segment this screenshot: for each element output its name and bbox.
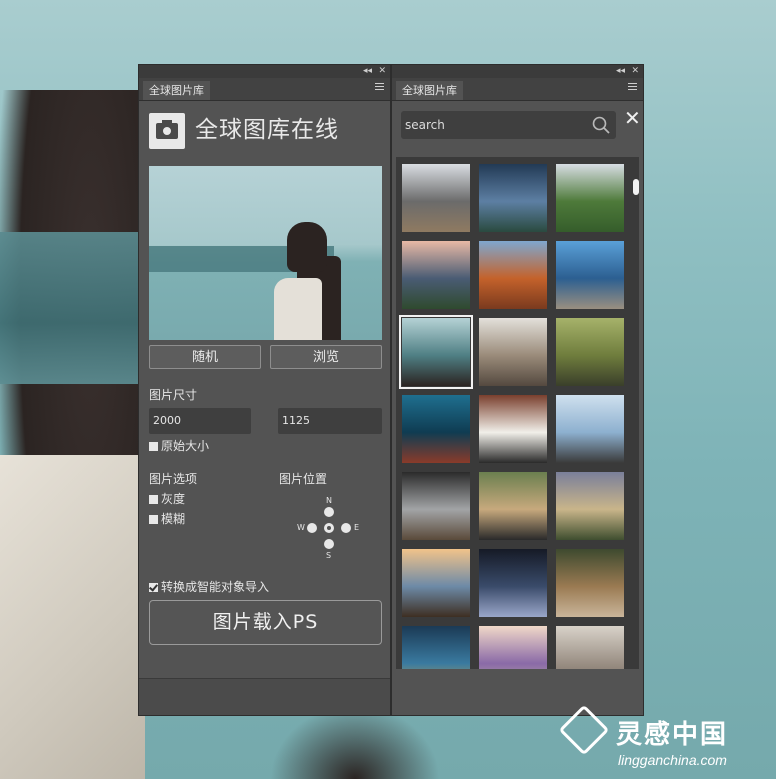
thumbnail-beach-walk[interactable] [479,626,547,669]
thumbnail-deer-in-forest[interactable] [556,549,624,617]
position-top-dot[interactable] [324,507,334,517]
thumbnail-green-cliffs[interactable] [556,164,624,232]
position-right-dot[interactable] [341,523,351,533]
panel-menu-icon[interactable] [375,83,384,92]
compass-north: N [326,496,332,505]
random-button[interactable]: 随机 [149,345,261,369]
tabbar: 全球图片库 [139,78,390,101]
thumbnail-blindfold-woman[interactable] [399,315,473,389]
thumbnail-grid [396,157,636,669]
app-title: 全球图库在线 [195,117,339,143]
search-input[interactable]: search [401,111,616,139]
tab-global-library[interactable]: 全球图片库 [143,81,210,100]
position-bottom-dot[interactable] [324,539,334,549]
left-panel: ◂◂ ✕ 全球图片库 全球图库在线 随机 浏览 图片尺寸 2000 1125 原… [138,64,391,716]
position-pad[interactable]: N W E S [297,497,363,563]
close-search-icon[interactable]: ✕ [624,108,641,128]
position-label: 图片位置 [279,472,328,486]
checkbox-box[interactable] [149,495,158,504]
thumbnail-mountain-lake-dusk[interactable] [402,241,470,309]
compass-west: W [297,523,305,532]
panel-header: 全球图库在线 [149,113,384,149]
thumbnail-stormy-sky-landscape[interactable] [479,164,547,232]
watermark-subtitle: lingganchina.com [618,752,727,768]
height-field[interactable]: 1125 [278,408,382,434]
scrollbar-thumb[interactable] [633,179,639,195]
blur-checkbox[interactable]: 模糊 [149,512,185,526]
thumbnail-canoe-lake[interactable] [402,395,470,463]
background-hair-bottom [270,705,440,779]
blur-label: 模糊 [161,512,186,526]
checkbox-box-checked[interactable] [149,583,158,592]
thumbnail-hillside-sunset[interactable] [556,472,624,540]
browse-button[interactable]: 浏览 [270,345,382,369]
panel-menu-icon[interactable] [628,83,637,92]
search-icon[interactable] [592,116,610,134]
watermark-logo-icon [558,704,610,756]
original-size-checkbox[interactable]: 原始大小 [149,439,209,453]
close-icon[interactable]: ✕ [378,65,386,78]
thumbnail-misty-shore[interactable] [556,626,624,669]
smart-object-label: 转换成智能对象导入 [161,580,270,594]
watermark: 灵感中国 lingganchina.com [558,704,770,774]
compass-east: E [354,523,360,532]
search-placeholder: search [405,118,445,132]
right-panel: ◂◂ ✕ 全球图片库 search ✕ [391,64,644,716]
position-center-dot[interactable] [324,523,334,533]
grayscale-checkbox[interactable]: 灰度 [149,492,185,506]
grayscale-label: 灰度 [161,492,186,506]
scrollbar[interactable] [633,157,639,669]
thumbnail-bridge-walk[interactable] [479,472,547,540]
position-left-dot[interactable] [307,523,317,533]
size-label: 图片尺寸 [149,388,198,402]
thumbnail-beach-portrait[interactable] [402,549,470,617]
collapse-icon[interactable]: ◂◂ [616,65,625,78]
tab-global-library[interactable]: 全球图片库 [396,81,463,100]
thumbnail-man-by-sea[interactable] [556,395,624,463]
collapse-icon[interactable]: ◂◂ [363,65,372,78]
panel-topbar: ◂◂ ✕ [139,65,390,78]
close-icon[interactable]: ✕ [631,65,639,78]
background-coat [0,455,145,779]
width-field[interactable]: 2000 [149,408,251,434]
panel-footer [139,678,390,715]
thumbnail-orange-canyon[interactable] [479,241,547,309]
thumbnail-window-room[interactable] [402,472,470,540]
camera-icon [149,113,185,149]
load-into-ps-button[interactable]: 图片载入PS [149,600,382,645]
original-size-label: 原始大小 [161,439,210,453]
thumbnail-fjord-cliff[interactable] [556,241,624,309]
background-blindfold [0,232,140,384]
thumbnail-field-with-dog[interactable] [556,318,624,386]
image-preview [149,166,382,340]
thumbnail-car-interior[interactable] [479,318,547,386]
thumbnail-night-forest[interactable] [479,549,547,617]
panel-topbar: ◂◂ ✕ [392,65,643,78]
smart-object-checkbox[interactable]: 转换成智能对象导入 [149,580,269,594]
thumbnail-beaver-on-rocks[interactable] [402,164,470,232]
tabbar: 全球图片库 [392,78,643,101]
compass-south: S [326,551,332,560]
thumbnail-reading-in-bed[interactable] [479,395,547,463]
checkbox-box[interactable] [149,515,158,524]
thumbnail-abstract-blue[interactable] [402,626,470,669]
watermark-title: 灵感中国 [616,720,729,750]
checkbox-box[interactable] [149,442,158,451]
options-label: 图片选项 [149,472,198,486]
